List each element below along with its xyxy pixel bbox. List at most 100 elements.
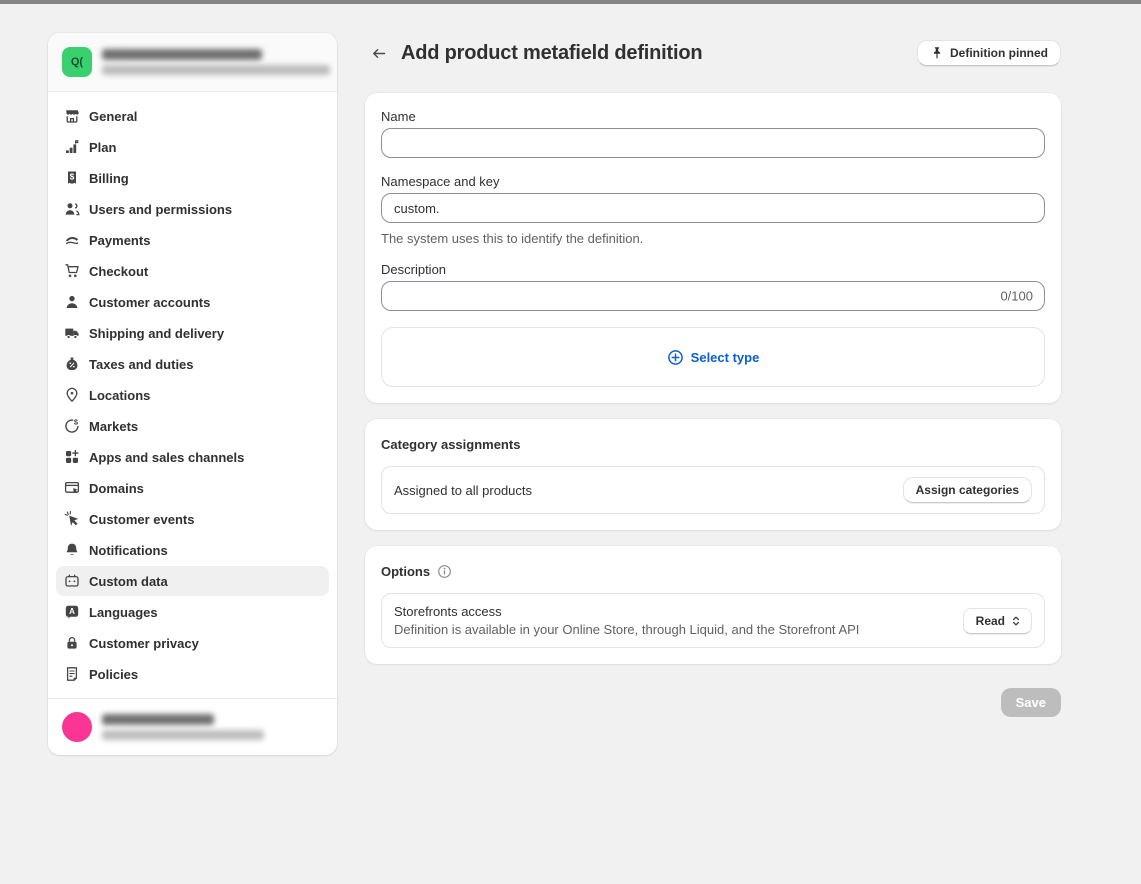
info-icon[interactable]	[437, 564, 452, 579]
truck-icon	[64, 325, 80, 341]
select-type-button[interactable]: Select type	[661, 348, 766, 367]
sidebar-item-billing[interactable]: Billing	[56, 163, 329, 193]
namespace-field-group: Namespace and key The system uses this t…	[381, 174, 1045, 246]
sidebar-item-label: Languages	[89, 605, 158, 620]
globe-icon	[64, 418, 80, 434]
sidebar-item-languages[interactable]: Languages	[56, 597, 329, 627]
sidebar-item-label: Notifications	[89, 543, 168, 558]
sidebar-item-label: Checkout	[89, 264, 148, 279]
sidebar-item-custom-data[interactable]: Custom data	[56, 566, 329, 596]
sidebar-item-markets[interactable]: Markets	[56, 411, 329, 441]
settings-sidebar: Q( General Plan Billing	[48, 33, 337, 755]
apps-icon	[64, 449, 80, 465]
sidebar-item-label: Policies	[89, 667, 138, 682]
sidebar-item-label: Locations	[89, 388, 150, 403]
sidebar-item-label: Markets	[89, 419, 138, 434]
options-title: Options	[381, 564, 430, 579]
sidebar-item-label: Domains	[89, 481, 144, 496]
storefronts-access-value: Read	[976, 614, 1005, 628]
name-label: Name	[381, 109, 1045, 124]
back-button[interactable]	[365, 39, 393, 67]
bell-icon	[64, 542, 80, 558]
sidebar-item-label: Customer accounts	[89, 295, 210, 310]
billing-icon	[64, 170, 80, 186]
arrow-left-icon	[371, 45, 387, 62]
options-title-row: Options	[381, 564, 1045, 579]
sidebar-item-label: Custom data	[89, 574, 168, 589]
namespace-help-text: The system uses this to identify the def…	[381, 231, 1045, 246]
sidebar-item-taxes-and-duties[interactable]: Taxes and duties	[56, 349, 329, 379]
sidebar-item-customer-privacy[interactable]: Customer privacy	[56, 628, 329, 658]
caret-updown-icon	[1009, 614, 1023, 628]
user-identity	[102, 714, 264, 740]
category-assignments-row: Assigned to all products Assign categori…	[381, 466, 1045, 514]
sidebar-item-label: Taxes and duties	[89, 357, 194, 372]
custom-data-icon	[64, 573, 80, 589]
payments-icon	[64, 232, 80, 248]
sidebar-item-locations[interactable]: Locations	[56, 380, 329, 410]
users-icon	[64, 201, 80, 217]
store-name-redacted	[102, 49, 262, 60]
tax-icon	[64, 356, 80, 372]
sidebar-item-domains[interactable]: Domains	[56, 473, 329, 503]
sidebar-item-notifications[interactable]: Notifications	[56, 535, 329, 565]
sidebar-item-checkout[interactable]: Checkout	[56, 256, 329, 286]
sidebar-item-label: General	[89, 109, 137, 124]
assignment-status-text: Assigned to all products	[394, 483, 532, 498]
sidebar-item-label: Billing	[89, 171, 129, 186]
sidebar-item-shipping-and-delivery[interactable]: Shipping and delivery	[56, 318, 329, 348]
definition-pinned-button[interactable]: Definition pinned	[917, 40, 1061, 66]
save-button[interactable]: Save	[1001, 688, 1061, 717]
page-title: Add product metafield definition	[401, 42, 917, 65]
storefronts-access-title: Storefronts access	[394, 604, 859, 619]
definition-form-card: Name Namespace and key The system uses t…	[365, 93, 1061, 403]
sidebar-item-label: Customer privacy	[89, 636, 199, 651]
sidebar-item-users-and-permissions[interactable]: Users and permissions	[56, 194, 329, 224]
sidebar-item-label: Apps and sales channels	[89, 450, 244, 465]
sidebar-item-label: Users and permissions	[89, 202, 232, 217]
plan-icon	[64, 139, 80, 155]
sidebar-item-label: Payments	[89, 233, 150, 248]
sidebar-item-label: Plan	[89, 140, 116, 155]
user-avatar	[62, 712, 92, 742]
name-input[interactable]	[381, 128, 1045, 158]
save-row: Save	[365, 688, 1061, 717]
sidebar-item-apps-and-sales-channels[interactable]: Apps and sales channels	[56, 442, 329, 472]
description-field-group: Description 0/100	[381, 262, 1045, 311]
cart-icon	[64, 263, 80, 279]
storefronts-access-select[interactable]: Read	[963, 608, 1032, 634]
assign-categories-button[interactable]: Assign categories	[903, 477, 1032, 503]
category-assignments-title: Category assignments	[381, 437, 1045, 452]
sidebar-item-label: Shipping and delivery	[89, 326, 224, 341]
options-card: Options Storefronts access Definition is…	[365, 546, 1061, 664]
store-icon	[64, 108, 80, 124]
description-input[interactable]	[381, 281, 1045, 311]
description-label: Description	[381, 262, 1045, 277]
plus-circle-icon	[667, 349, 684, 366]
location-pin-icon	[64, 387, 80, 403]
person-icon	[64, 294, 80, 310]
page-header: Add product metafield definition Definit…	[365, 39, 1061, 67]
user-account-switcher[interactable]	[48, 698, 337, 755]
name-field-group: Name	[381, 109, 1045, 158]
pin-icon	[930, 46, 944, 60]
sidebar-item-general[interactable]: General	[56, 101, 329, 131]
select-type-box: Select type	[381, 327, 1045, 387]
select-type-label: Select type	[691, 350, 760, 365]
cursor-icon	[64, 511, 80, 527]
sidebar-nav: General Plan Billing Users and permissio…	[48, 92, 337, 698]
sidebar-item-customer-accounts[interactable]: Customer accounts	[56, 287, 329, 317]
category-assignments-card: Category assignments Assigned to all pro…	[365, 419, 1061, 530]
store-identity	[102, 49, 330, 75]
main-content: Add product metafield definition Definit…	[365, 33, 1061, 717]
store-switcher[interactable]: Q(	[48, 33, 337, 92]
namespace-key-input[interactable]	[381, 193, 1045, 223]
store-domain-redacted	[102, 65, 330, 75]
sidebar-item-label: Customer events	[89, 512, 194, 527]
sidebar-item-plan[interactable]: Plan	[56, 132, 329, 162]
lock-icon	[64, 635, 80, 651]
sidebar-item-policies[interactable]: Policies	[56, 659, 329, 689]
sidebar-item-customer-events[interactable]: Customer events	[56, 504, 329, 534]
storefronts-access-row: Storefronts access Definition is availab…	[381, 593, 1045, 648]
sidebar-item-payments[interactable]: Payments	[56, 225, 329, 255]
